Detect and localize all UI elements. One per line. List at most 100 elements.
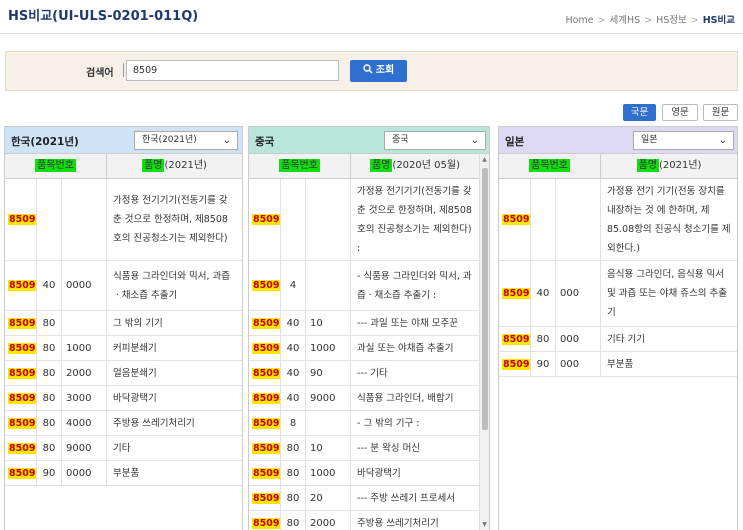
col-code-label: 품목번호 <box>279 159 320 172</box>
hs-sub2: 000 <box>560 333 580 345</box>
item-name-cell: 과실 또는 야채즙 추출기 <box>351 336 479 360</box>
breadcrumb-world-hs[interactable]: 세계HS <box>609 15 640 26</box>
hs-sub1-cell: 80 <box>37 436 62 460</box>
hs-code: 8509 <box>252 517 281 529</box>
col-name-label: 품명 <box>142 159 165 172</box>
panel-japan-header: 일본 일본 ⌄ <box>499 127 737 154</box>
item-name: --- 분 왁싱 머신 <box>357 442 421 454</box>
table-row[interactable]: 8509 가정용 전기기기(전동기를 갖춘 것으로 한정하며, 제8508호의 진… <box>249 179 479 261</box>
table-row[interactable]: 8509 80 9000 기타 <box>5 436 242 461</box>
scroll-thumb[interactable] <box>482 168 488 430</box>
hs-code-cell: 8509 <box>249 411 281 435</box>
lang-korean-button[interactable]: 국문 <box>623 104 656 121</box>
hs-code-cell: 8509 <box>249 486 281 510</box>
search-input[interactable]: 8509 <box>126 60 339 81</box>
item-name: --- 주방 쓰레기 프로세서 <box>357 492 456 504</box>
search-label: 검색어 <box>86 68 114 79</box>
col-code-label: 품목번호 <box>35 159 76 172</box>
table-row[interactable]: 8509 80 000 기타 기기 <box>499 327 737 352</box>
hs-code-cell: 8509 <box>5 336 37 360</box>
table-row[interactable]: 8509 80 3000 바닥광택기 <box>5 386 242 411</box>
hs-sub2-cell: 2000 <box>62 361 107 385</box>
hs-sub1-cell: 80 <box>281 486 306 510</box>
hs-sub2: 9000 <box>310 392 336 404</box>
hs-sub1-cell: 80 <box>531 327 556 351</box>
hs-sub1: 40 <box>286 392 300 404</box>
hs-code: 8509 <box>252 442 281 454</box>
table-row[interactable]: 8509 8 - 그 밖의 기구 : <box>249 411 479 436</box>
hs-sub2: 1000 <box>310 467 336 479</box>
table-row[interactable]: 8509 90 0000 부분품 <box>5 461 242 486</box>
hs-code: 8509 <box>252 492 281 504</box>
hs-sub2-cell <box>62 179 107 260</box>
hs-sub1: 4 <box>289 280 297 291</box>
table-row[interactable]: 8509 가정용 전기 기기(전동 장치를 내장하는 것 에 한하며, 제85.0… <box>499 179 737 261</box>
hs-sub1: 8 <box>289 417 297 429</box>
table-row[interactable]: 8509 40 1000 과실 또는 야채즙 추출기 <box>249 336 479 361</box>
hs-sub2-cell: 000 <box>556 352 601 376</box>
table-row[interactable]: 8509 80 2000 주방용 쓰레기처리기 <box>249 511 479 530</box>
item-name-cell: 바닥광택기 <box>351 461 479 485</box>
scroll-down-icon[interactable]: ▼ <box>480 521 489 528</box>
table-row[interactable]: 8509 40 9000 식품용 그라인더, 배합기 <box>249 386 479 411</box>
hs-code-cell: 8509 <box>249 261 281 310</box>
item-name-cell: 얼음분쇄기 <box>107 361 242 385</box>
hs-sub2: 1000 <box>66 342 92 354</box>
item-name: 기타 <box>113 442 131 454</box>
table-row[interactable]: 8509 80 2000 얼음분쇄기 <box>5 361 242 386</box>
item-name-cell: 식품용 그라인더, 배합기 <box>351 386 479 410</box>
panel-china-select[interactable]: 중국 ⌄ <box>384 131 486 150</box>
search-button[interactable]: 조회 <box>350 60 407 82</box>
table-row[interactable]: 8509 가정용 전기기기(전동기를 갖춘 것으로 한정하며, 제8508호의 진… <box>5 179 242 261</box>
item-name: --- 과일 또는 야채 모주꾼 <box>357 317 459 329</box>
table-row[interactable]: 8509 80 1000 커피분쇄기 <box>5 336 242 361</box>
panel-korea-select[interactable]: 한국(2021년) ⌄ <box>134 131 238 150</box>
panel-china-scrollbar[interactable]: ▲ ▼ <box>479 154 489 530</box>
hs-sub2-cell: 000 <box>556 261 601 326</box>
scroll-up-icon[interactable]: ▲ <box>480 156 489 163</box>
hs-code-cell: 8509 <box>249 361 281 385</box>
breadcrumb: Home > 세계HS > HS정보 > HS비교 <box>565 15 735 26</box>
table-row[interactable]: 8509 80 20 --- 주방 쓰레기 프로세서 <box>249 486 479 511</box>
hs-code-cell: 8509 <box>5 311 37 335</box>
lang-original-button[interactable]: 원문 <box>703 104 738 121</box>
hs-sub1: 40 <box>286 342 300 354</box>
table-row[interactable]: 8509 80 1000 바닥광택기 <box>249 461 479 486</box>
breadcrumb-hs-info[interactable]: HS정보 <box>656 15 687 26</box>
hs-code: 8509 <box>502 288 531 299</box>
item-name-cell: 가정용 전기기기(전동기를 갖춘 것으로 한정하며, 제8508호의 진공청소기… <box>107 179 242 260</box>
hs-sub2: 90 <box>310 367 323 379</box>
table-row[interactable]: 8509 40 0000 식품용 그라인더와 믹서, 과즙ㆍ채소즙 추출기 <box>5 261 242 311</box>
table-row[interactable]: 8509 80 그 밖의 기기 <box>5 311 242 336</box>
hs-sub1: 80 <box>42 317 56 329</box>
item-name-cell: 식품용 그라인더와 믹서, 과즙ㆍ채소즙 추출기 <box>107 261 242 310</box>
panel-china-title: 중국 <box>255 136 275 148</box>
table-row[interactable]: 8509 80 10 --- 분 왁싱 머신 <box>249 436 479 461</box>
hs-code: 8509 <box>502 214 531 225</box>
hs-code: 8509 <box>502 358 531 370</box>
breadcrumb-hs-compare: HS비교 <box>702 15 735 26</box>
table-row[interactable]: 8509 90 000 부분품 <box>499 352 737 377</box>
item-name-cell: --- 분 왁싱 머신 <box>351 436 479 460</box>
item-name: 커피분쇄기 <box>113 342 157 354</box>
hs-sub1: 90 <box>536 358 550 370</box>
table-row[interactable]: 8509 80 4000 주방용 쓰레기처리기 <box>5 411 242 436</box>
hs-sub1-cell: 40 <box>37 261 62 310</box>
table-row[interactable]: 8509 40 000 음식용 그라인더, 음식용 믹서 및 과즙 또는 야채 쥬스의… <box>499 261 737 327</box>
table-row[interactable]: 8509 40 10 --- 과일 또는 야채 모주꾼 <box>249 311 479 336</box>
panel-japan-select-value: 일본 <box>641 135 658 145</box>
lang-english-button[interactable]: 영문 <box>662 104 698 121</box>
table-row[interactable]: 8509 40 90 --- 기타 <box>249 361 479 386</box>
hs-sub1: 80 <box>286 517 300 529</box>
table-row[interactable]: 8509 4 - 식품용 그라인더와 믹서, 과즙ㆍ채소즙 추출기 : <box>249 261 479 311</box>
hs-sub2: 4000 <box>66 417 92 429</box>
hs-sub2: 10 <box>310 442 323 454</box>
breadcrumb-home[interactable]: Home <box>565 15 593 26</box>
item-name-cell: --- 기타 <box>351 361 479 385</box>
col-name-label: 품명 <box>636 159 659 172</box>
hs-sub2: 1000 <box>310 342 336 354</box>
col-name-year: (2021년) <box>658 160 702 171</box>
panel-korea: 한국(2021년) 한국(2021년) ⌄ 품목번호 품명 (2021년) 850… <box>4 126 243 530</box>
panel-japan-select[interactable]: 일본 ⌄ <box>633 131 734 150</box>
hs-sub1: 80 <box>42 392 56 404</box>
